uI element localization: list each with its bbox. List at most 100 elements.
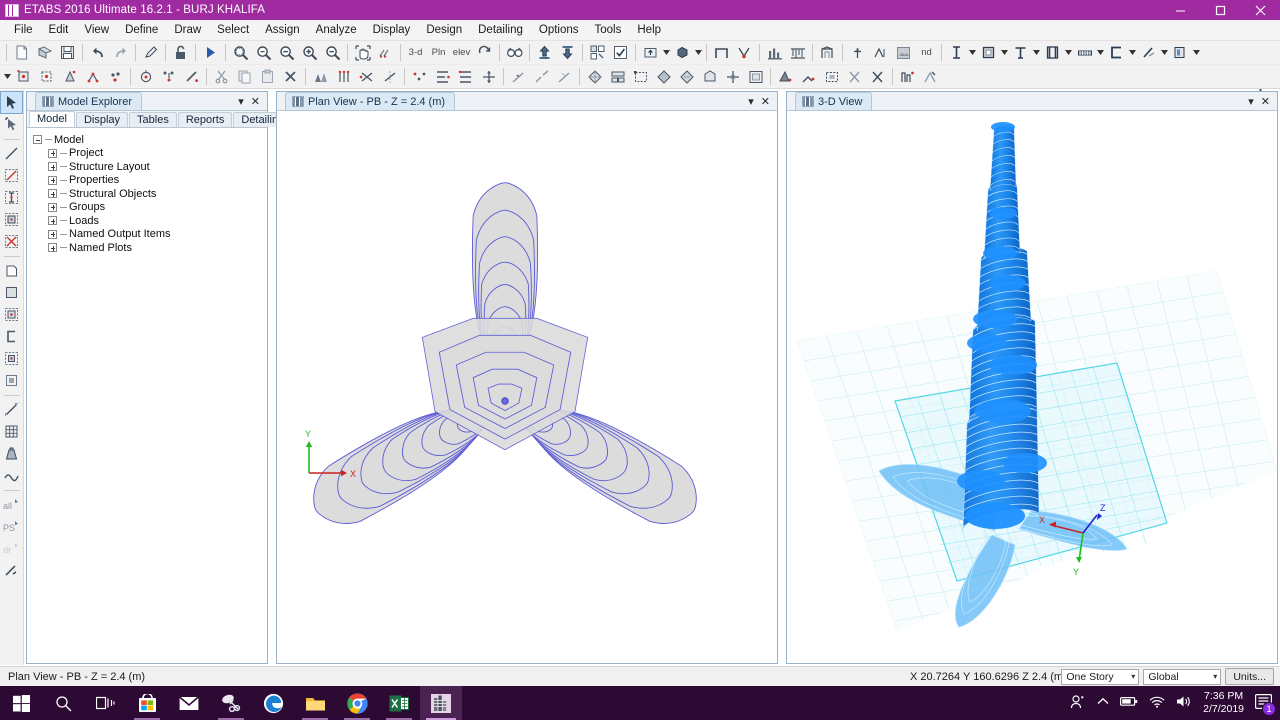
align-points-icon[interactable] xyxy=(432,66,453,87)
quick-draw-secondary-beams-icon[interactable] xyxy=(1,231,22,252)
set-all-icon[interactable]: all xyxy=(1,494,22,515)
coordinate-system-selector[interactable]: Global ▾ xyxy=(1143,668,1222,685)
scissors-icon[interactable] xyxy=(210,686,252,720)
mail-icon[interactable] xyxy=(168,686,210,720)
tree-node-named-plots[interactable]: Named Plots xyxy=(48,241,267,255)
snap-point-icon[interactable] xyxy=(13,66,34,87)
draw-developed-elevation-icon[interactable] xyxy=(1,443,22,464)
set-dr-icon[interactable]: dr xyxy=(1,538,22,559)
expand-toggle-icon[interactable] xyxy=(48,216,57,226)
set-display-options-icon[interactable] xyxy=(375,42,396,63)
draw-brace-dropdown[interactable] xyxy=(1032,42,1041,63)
view-3d-collapse-icon[interactable]: ▾ xyxy=(1248,97,1254,108)
draw-brace-icon[interactable] xyxy=(1010,42,1031,63)
object-shrink-dropdown[interactable] xyxy=(694,42,703,63)
assign-group-icon[interactable] xyxy=(897,66,918,87)
draw-poly-area-icon[interactable] xyxy=(1,260,22,281)
snap-midpoint-icon[interactable] xyxy=(36,66,57,87)
menu-view[interactable]: View xyxy=(76,21,117,39)
assign-load-icon[interactable] xyxy=(844,66,865,87)
assign-restraint-icon[interactable] xyxy=(867,66,888,87)
folder-icon[interactable] xyxy=(294,686,336,720)
expand-toggle-icon[interactable] xyxy=(48,175,57,185)
view-3d-close-icon[interactable]: ✕ xyxy=(1261,97,1270,108)
snap-center-icon[interactable] xyxy=(135,66,156,87)
draw-wall-icon[interactable] xyxy=(1,326,22,347)
new-model-icon[interactable] xyxy=(11,42,32,63)
divide-frame-icon[interactable] xyxy=(508,66,529,87)
object-extrude-dropdown[interactable] xyxy=(662,42,671,63)
draw-column-dropdown[interactable] xyxy=(1000,42,1009,63)
view-elevation-button[interactable]: elev xyxy=(451,42,472,63)
lock-icon[interactable] xyxy=(170,42,191,63)
volume-icon[interactable] xyxy=(1176,695,1192,711)
draw-wall-dropdown[interactable] xyxy=(1064,42,1073,63)
view-3d-tab[interactable]: 3-D View xyxy=(795,92,873,110)
move-icon[interactable] xyxy=(356,66,377,87)
offset-icon[interactable] xyxy=(699,66,720,87)
move-up-one-story-icon[interactable] xyxy=(534,42,555,63)
run-analysis-icon[interactable] xyxy=(200,42,221,63)
draw-reference-icon[interactable] xyxy=(1,560,22,581)
tree-node-loads[interactable]: Loads xyxy=(48,214,267,228)
tree-node-named-output-items[interactable]: Named Output Items xyxy=(48,228,267,242)
section-designer-icon[interactable] xyxy=(870,42,891,63)
close-button[interactable] xyxy=(1240,0,1280,20)
assign-point-icon[interactable] xyxy=(775,66,796,87)
mesh-shell-icon[interactable] xyxy=(584,66,605,87)
draw-beam-icon[interactable] xyxy=(946,42,967,63)
show-hidden-icons-icon[interactable] xyxy=(1097,697,1109,709)
draw-ramp-dropdown[interactable] xyxy=(1128,42,1137,63)
undo-icon[interactable] xyxy=(87,42,108,63)
menu-tools[interactable]: Tools xyxy=(587,21,630,39)
extrude-points-icon[interactable] xyxy=(310,66,331,87)
expand-shrink-icon[interactable] xyxy=(653,66,674,87)
design-frame-icon[interactable] xyxy=(817,42,838,63)
edit-pencil-icon[interactable] xyxy=(140,42,161,63)
paste-icon[interactable] xyxy=(257,66,278,87)
draw-grid-icon[interactable] xyxy=(1,421,22,442)
draw-line-icon[interactable] xyxy=(1,143,22,164)
reshape-object-icon[interactable] xyxy=(1,114,22,135)
menu-detailing[interactable]: Detailing xyxy=(470,21,531,39)
model-explorer-collapse-icon[interactable]: ▾ xyxy=(238,97,244,108)
rubber-band-zoom-icon[interactable] xyxy=(230,42,251,63)
assign-section-icon[interactable] xyxy=(920,66,941,87)
tab-model[interactable]: Model xyxy=(29,111,75,127)
draw-column-icon[interactable] xyxy=(978,42,999,63)
merge-points-icon[interactable] xyxy=(409,66,430,87)
expand-toggle-icon[interactable] xyxy=(48,243,57,253)
display-deformed-icon[interactable] xyxy=(847,42,868,63)
plan-view-tab[interactable]: Plan View - PB - Z = 2.4 (m) xyxy=(285,92,456,110)
search-icon[interactable] xyxy=(42,686,84,720)
plan-view-close-icon[interactable]: ✕ xyxy=(761,97,770,108)
mirror-icon[interactable] xyxy=(379,66,400,87)
expand-toggle-icon[interactable] xyxy=(48,202,57,212)
draw-rect-area-icon[interactable] xyxy=(1,282,22,303)
draw-opening-icon[interactable] xyxy=(1,370,22,391)
draw-wall-icon[interactable] xyxy=(1042,42,1063,63)
view-3d-canvas[interactable]: X Y Z xyxy=(787,111,1277,663)
nd-button[interactable]: nd xyxy=(916,42,937,63)
show-tables-icon[interactable] xyxy=(764,42,785,63)
pointer-select-icon[interactable] xyxy=(0,91,23,114)
model-explorer-close-icon[interactable]: ✕ xyxy=(251,97,260,108)
snap-intersection-icon[interactable] xyxy=(82,66,103,87)
tree-node-project[interactable]: Project xyxy=(48,147,267,161)
menu-assign[interactable]: Assign xyxy=(257,21,308,39)
assign-icon[interactable] xyxy=(734,42,755,63)
menu-display[interactable]: Display xyxy=(365,21,419,39)
join-frames-icon[interactable] xyxy=(554,66,575,87)
model-explorer-tab[interactable]: Model Explorer xyxy=(35,92,142,110)
tree-node-structural-objects[interactable]: Structural Objects xyxy=(48,187,267,201)
object-shrink-icon[interactable] xyxy=(672,42,693,63)
align-frames-icon[interactable] xyxy=(455,66,476,87)
plan-view-canvas[interactable]: Y X xyxy=(277,111,777,663)
minimize-button[interactable] xyxy=(1160,0,1200,20)
open-model-icon[interactable] xyxy=(34,42,55,63)
draw-section-cut-icon[interactable] xyxy=(1,465,22,486)
chamfer-icon[interactable] xyxy=(676,66,697,87)
menu-design[interactable]: Design xyxy=(418,21,470,39)
set-select-mode-icon[interactable] xyxy=(587,42,608,63)
view-plan-button[interactable]: Pln xyxy=(428,42,449,63)
